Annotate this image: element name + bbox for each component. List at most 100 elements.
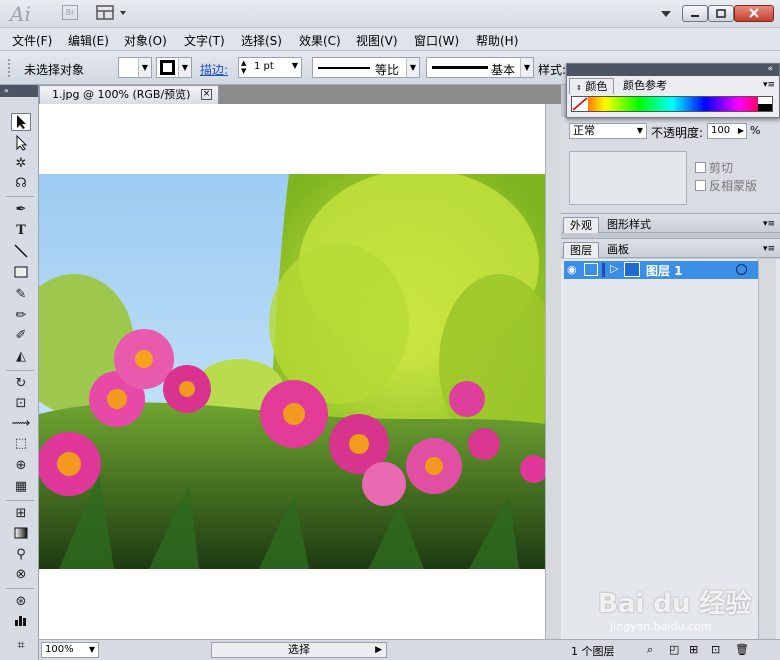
lock-toggle[interactable] <box>584 263 598 276</box>
selection-tool[interactable] <box>11 113 31 131</box>
restore-button[interactable] <box>708 5 734 22</box>
pen-tool[interactable]: ✒ <box>11 201 31 219</box>
free-transform-tool[interactable]: ⬚ <box>11 435 31 453</box>
blend-mode-dropdown[interactable]: 正常 ▼ <box>569 123 647 139</box>
vertical-scrollbar[interactable] <box>545 104 561 639</box>
flower-photo[interactable] <box>39 174 545 569</box>
lasso-tool[interactable]: ☊ <box>11 175 31 193</box>
blend-tool[interactable]: ⊗ <box>11 566 31 584</box>
tool-divider <box>6 196 34 197</box>
target-circle-icon[interactable] <box>736 264 747 275</box>
document-tab[interactable]: 1.jpg @ 100% (RGB/预览) × <box>39 85 219 104</box>
minimize-button[interactable] <box>682 5 708 22</box>
new-layer-icon[interactable]: ⊡ <box>711 643 720 656</box>
document-area: 1.jpg @ 100% (RGB/预览) × 100% ▼ 选择 ▶ <box>39 85 561 660</box>
zoom-dropdown[interactable]: 100% ▼ <box>41 642 99 658</box>
opacity-unit: % <box>750 124 761 137</box>
tab-graphic-styles[interactable]: 图形样式 <box>601 217 657 233</box>
stroke-link[interactable]: 描边: <box>200 61 228 78</box>
menu-view[interactable]: 视图(V) <box>356 32 398 49</box>
magic-wand-tool[interactable]: ✲ <box>11 155 31 173</box>
tab-color[interactable]: ⇕ 颜色 <box>569 78 615 94</box>
arrow-cursor-icon <box>17 115 26 129</box>
menu-window[interactable]: 窗口(W) <box>414 32 459 49</box>
mesh-icon: ⊞ <box>15 506 27 521</box>
perspective-grid-tool[interactable]: ▦ <box>11 478 31 496</box>
workspace-dropdown[interactable] <box>660 8 672 18</box>
chevron-down-icon: ▼ <box>636 126 643 135</box>
stepper-icon[interactable]: ▲ ▼ <box>241 59 246 75</box>
direct-selection-tool[interactable] <box>11 134 31 153</box>
panel-menu-icon[interactable]: ▾≡ <box>763 244 775 254</box>
bar-graph-icon <box>15 616 26 626</box>
panel-menu-icon[interactable]: ▾≡ <box>763 80 775 90</box>
tab-layers[interactable]: 图层 <box>563 242 599 258</box>
arrange-documents-button[interactable] <box>96 5 130 21</box>
clip-checkbox[interactable]: 剪切 <box>695 159 733 176</box>
eyedropper-tool[interactable]: ⚲ <box>11 546 31 564</box>
type-tool[interactable]: T <box>11 222 31 240</box>
locate-object-icon[interactable]: ⌕ <box>647 643 653 657</box>
pencil-tool[interactable]: ✏ <box>11 307 31 325</box>
pencil-icon: ✏ <box>15 308 27 323</box>
symbol-sprayer-tool[interactable]: ⊛ <box>11 593 31 611</box>
stroke-weight-field[interactable]: ▲ ▼ 1 pt ▼ <box>238 57 302 78</box>
menu-edit[interactable]: 编辑(E) <box>68 32 109 49</box>
panel-menu-icon[interactable]: ▾≡ <box>763 219 775 229</box>
close-icon[interactable]: × <box>201 89 212 100</box>
variable-width-profile[interactable]: 等比 ▼ <box>312 57 420 78</box>
tab-artboards[interactable]: 画板 <box>601 242 635 258</box>
line-tool[interactable] <box>11 243 31 261</box>
tab-color-label: 颜色 <box>585 80 608 93</box>
rectangle-tool[interactable] <box>11 265 31 283</box>
bridge-button[interactable]: Br <box>62 5 78 20</box>
black-white-swatch[interactable] <box>758 97 772 111</box>
new-sublayer-icon[interactable]: ⊞ <box>689 643 698 656</box>
opacity-value: 100 <box>711 125 731 136</box>
layers-scrollbar[interactable] <box>758 259 776 639</box>
none-swatch[interactable] <box>572 97 588 111</box>
invert-mask-label: 反相蒙版 <box>709 179 758 193</box>
perspective-grid-icon: ▦ <box>14 479 28 494</box>
brush-definition[interactable]: 基本 ▼ <box>426 57 534 78</box>
menu-type[interactable]: 文字(T) <box>184 32 225 49</box>
document-tab-title: 1.jpg @ 100% (RGB/预览) <box>52 88 191 101</box>
rotate-tool[interactable]: ↻ <box>11 375 31 393</box>
menu-object[interactable]: 对象(O) <box>124 32 167 49</box>
fill-swatch[interactable]: ▼ <box>118 57 152 78</box>
mesh-tool[interactable]: ⊞ <box>11 505 31 523</box>
stroke-swatch[interactable]: ▼ <box>156 57 192 78</box>
eraser-tool[interactable]: ◭ <box>11 348 31 366</box>
menu-help[interactable]: 帮助(H) <box>476 32 518 49</box>
layer-row[interactable]: ◉ ▷ 图层 1 <box>564 261 758 279</box>
expand-triangle-icon[interactable]: ▷ <box>610 262 618 275</box>
shape-builder-tool[interactable]: ⊕ <box>11 457 31 475</box>
make-clipping-mask-icon[interactable]: ◰ <box>669 643 679 656</box>
trash-icon[interactable]: 🗑 <box>735 643 749 656</box>
invert-mask-checkbox[interactable]: 反相蒙版 <box>695 177 757 194</box>
close-button[interactable] <box>734 5 774 22</box>
layer-name[interactable]: 图层 1 <box>646 262 683 279</box>
paintbrush-tool[interactable]: ✎ <box>11 286 31 304</box>
tab-appearance[interactable]: 外观 <box>563 217 599 233</box>
control-bar-grip[interactable] <box>8 59 12 77</box>
tab-color-guide[interactable]: 颜色参考 <box>617 78 673 94</box>
scale-tool[interactable]: ⊡ <box>11 395 31 413</box>
artboard-tool[interactable]: ⌗ <box>11 637 31 655</box>
eye-icon[interactable]: ◉ <box>567 263 577 276</box>
color-spectrum-bar[interactable] <box>571 96 773 112</box>
menu-select[interactable]: 选择(S) <box>241 32 282 49</box>
menu-effect[interactable]: 效果(C) <box>299 32 341 49</box>
artboard-canvas[interactable] <box>39 104 545 639</box>
menu-file[interactable]: 文件(F) <box>12 32 52 49</box>
gradient-tool[interactable] <box>11 526 31 544</box>
appearance-panel-header: 外观 图形样式 ▾≡ <box>561 213 780 233</box>
tools-panel-header[interactable]: » <box>0 85 38 97</box>
column-graph-tool[interactable] <box>11 613 31 631</box>
status-selector[interactable]: 选择 ▶ <box>211 642 387 658</box>
color-panel-header[interactable]: « <box>567 64 779 76</box>
opacity-field[interactable]: 100 ▶ <box>707 123 747 139</box>
blob-brush-tool[interactable]: ✐ <box>11 327 31 345</box>
width-tool[interactable]: ⟿ <box>11 415 31 433</box>
collapse-icon[interactable]: « <box>767 64 773 74</box>
